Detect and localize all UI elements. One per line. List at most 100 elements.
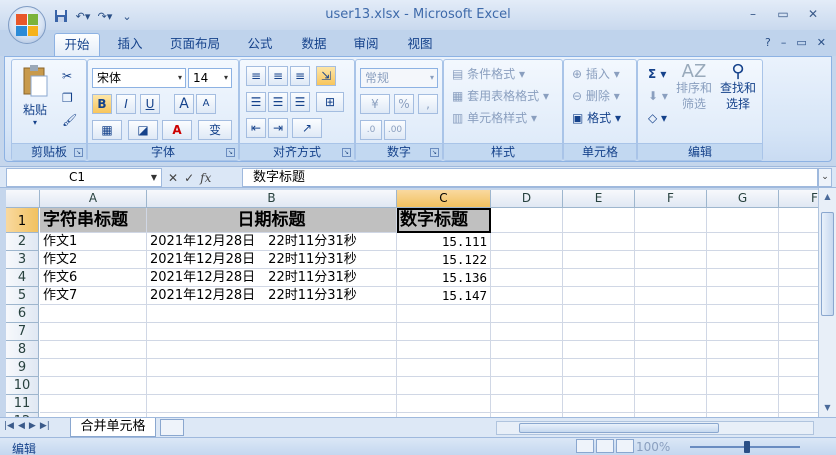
maximize-button[interactable]: ▭ bbox=[768, 4, 798, 24]
enter-entry-icon[interactable]: ✓ bbox=[184, 171, 194, 185]
column-header-f[interactable]: F bbox=[635, 190, 707, 208]
next-sheet-icon[interactable]: ▶ bbox=[29, 421, 36, 431]
empty-cell[interactable] bbox=[707, 323, 779, 341]
row-header-1[interactable]: 1 bbox=[6, 208, 39, 233]
find-select-button[interactable]: ⚲ 查找和 选择 bbox=[718, 63, 758, 112]
row-header-5[interactable]: 5 bbox=[6, 287, 39, 305]
empty-cell[interactable] bbox=[147, 323, 397, 341]
underline-button[interactable]: U bbox=[140, 94, 160, 114]
empty-cell[interactable] bbox=[40, 323, 147, 341]
empty-cell[interactable] bbox=[707, 208, 779, 233]
empty-cell[interactable] bbox=[563, 233, 635, 251]
row-header-7[interactable]: 7 bbox=[6, 323, 39, 341]
phonetic-icon[interactable]: 变 bbox=[198, 120, 232, 140]
row-header-11[interactable]: 11 bbox=[6, 395, 39, 413]
row-header-4[interactable]: 4 bbox=[6, 269, 39, 287]
insert-function-button[interactable]: fx bbox=[200, 171, 211, 185]
empty-cell[interactable] bbox=[147, 359, 397, 377]
font-launcher-icon[interactable]: ↘ bbox=[226, 148, 235, 157]
cell-a2[interactable]: 作文1 bbox=[40, 233, 147, 251]
scroll-down-icon[interactable]: ▼ bbox=[821, 401, 834, 415]
insert-cells-button[interactable]: ⊕ 插入 ▾ bbox=[572, 64, 620, 84]
cell-a1[interactable]: 字符串标题 bbox=[40, 208, 147, 233]
empty-cell[interactable] bbox=[491, 341, 563, 359]
empty-cell[interactable] bbox=[779, 341, 818, 359]
empty-cell[interactable] bbox=[491, 251, 563, 269]
empty-cell[interactable] bbox=[563, 359, 635, 377]
normal-view-icon[interactable] bbox=[576, 439, 594, 453]
empty-cell[interactable] bbox=[491, 395, 563, 413]
cancel-entry-icon[interactable]: ✕ bbox=[168, 171, 178, 185]
column-header-h[interactable]: F bbox=[779, 190, 818, 208]
empty-cell[interactable] bbox=[563, 377, 635, 395]
cell-c1[interactable]: 数字标题 bbox=[397, 208, 491, 233]
empty-cell[interactable] bbox=[635, 251, 707, 269]
fill-icon[interactable]: ⬇ ▾ bbox=[648, 86, 668, 106]
clear-icon[interactable]: ◇ ▾ bbox=[648, 108, 667, 128]
empty-cell[interactable] bbox=[707, 377, 779, 395]
cell-a4[interactable]: 作文6 bbox=[40, 269, 147, 287]
percent-button[interactable]: % bbox=[394, 94, 414, 114]
minimize-button[interactable]: – bbox=[738, 4, 768, 24]
cell-a3[interactable]: 作文2 bbox=[40, 251, 147, 269]
empty-cell[interactable] bbox=[491, 305, 563, 323]
empty-cell[interactable] bbox=[397, 341, 491, 359]
row-header-6[interactable]: 6 bbox=[6, 305, 39, 323]
font-size-select[interactable]: 14 ▾ bbox=[188, 68, 232, 88]
empty-cell[interactable] bbox=[707, 395, 779, 413]
empty-cell[interactable] bbox=[563, 395, 635, 413]
empty-cell[interactable] bbox=[563, 269, 635, 287]
cell-b3[interactable]: 2021年12月28日 22时11分31秒 bbox=[147, 251, 397, 269]
empty-cell[interactable] bbox=[563, 208, 635, 233]
sort-filter-button[interactable]: AZ 排序和 筛选 bbox=[676, 63, 712, 112]
undo-icon[interactable]: ↶▾ bbox=[74, 8, 92, 24]
empty-cell[interactable] bbox=[635, 359, 707, 377]
ribbon-restore-icon[interactable]: ▭ bbox=[796, 36, 806, 49]
format-as-table-button[interactable]: ▦ 套用表格格式 ▾ bbox=[452, 86, 549, 106]
merge-center-icon[interactable]: ⊞ bbox=[316, 92, 344, 112]
empty-cell[interactable] bbox=[635, 305, 707, 323]
empty-cell[interactable] bbox=[707, 359, 779, 377]
delete-cells-button[interactable]: ⊖ 删除 ▾ bbox=[572, 86, 620, 106]
expand-formula-icon[interactable]: ⌄ bbox=[818, 168, 832, 187]
empty-cell[interactable] bbox=[635, 287, 707, 305]
column-header-a[interactable]: A bbox=[40, 190, 147, 208]
empty-cell[interactable] bbox=[147, 377, 397, 395]
empty-cell[interactable] bbox=[707, 341, 779, 359]
tab-page-layout[interactable]: 页面布局 bbox=[162, 33, 228, 56]
help-icon[interactable]: ? bbox=[765, 36, 771, 49]
empty-cell[interactable] bbox=[707, 251, 779, 269]
empty-cell[interactable] bbox=[563, 341, 635, 359]
grow-font-button[interactable]: A bbox=[174, 94, 194, 114]
cell-b4[interactable]: 2021年12月28日 22时11分31秒 bbox=[147, 269, 397, 287]
number-launcher-icon[interactable]: ↘ bbox=[430, 148, 439, 157]
empty-cell[interactable] bbox=[563, 287, 635, 305]
empty-cell[interactable] bbox=[491, 323, 563, 341]
column-header-b[interactable]: B bbox=[147, 190, 397, 208]
page-layout-view-icon[interactable] bbox=[596, 439, 614, 453]
empty-cell[interactable] bbox=[397, 377, 491, 395]
tab-formulas[interactable]: 公式 bbox=[238, 33, 282, 56]
empty-cell[interactable] bbox=[563, 305, 635, 323]
tab-home[interactable]: 开始 bbox=[54, 33, 100, 56]
fill-color-icon[interactable]: ◪ bbox=[128, 120, 158, 140]
cell-b1[interactable]: 日期标题 bbox=[147, 208, 397, 233]
align-right-icon[interactable]: ☰ bbox=[290, 92, 310, 112]
ribbon-close-icon[interactable]: ✕ bbox=[817, 36, 826, 49]
borders-icon[interactable]: ▦ bbox=[92, 120, 122, 140]
comma-button[interactable]: , bbox=[418, 94, 438, 114]
column-header-e[interactable]: E bbox=[563, 190, 635, 208]
empty-cell[interactable] bbox=[779, 208, 818, 233]
empty-cell[interactable] bbox=[397, 323, 491, 341]
redo-icon[interactable]: ↷▾ bbox=[96, 8, 114, 24]
column-header-d[interactable]: D bbox=[491, 190, 563, 208]
row-header-8[interactable]: 8 bbox=[6, 341, 39, 359]
increase-indent-icon[interactable]: ⇥ bbox=[268, 118, 288, 138]
row-header-3[interactable]: 3 bbox=[6, 251, 39, 269]
tab-review[interactable]: 审阅 bbox=[344, 33, 388, 56]
wrap-text-icon[interactable]: ⇲ bbox=[316, 66, 336, 86]
bold-button[interactable]: B bbox=[92, 94, 112, 114]
first-sheet-icon[interactable]: |◀ bbox=[4, 421, 14, 431]
italic-button[interactable]: I bbox=[116, 94, 136, 114]
paste-button[interactable]: 粘贴 ▾ bbox=[18, 64, 52, 134]
